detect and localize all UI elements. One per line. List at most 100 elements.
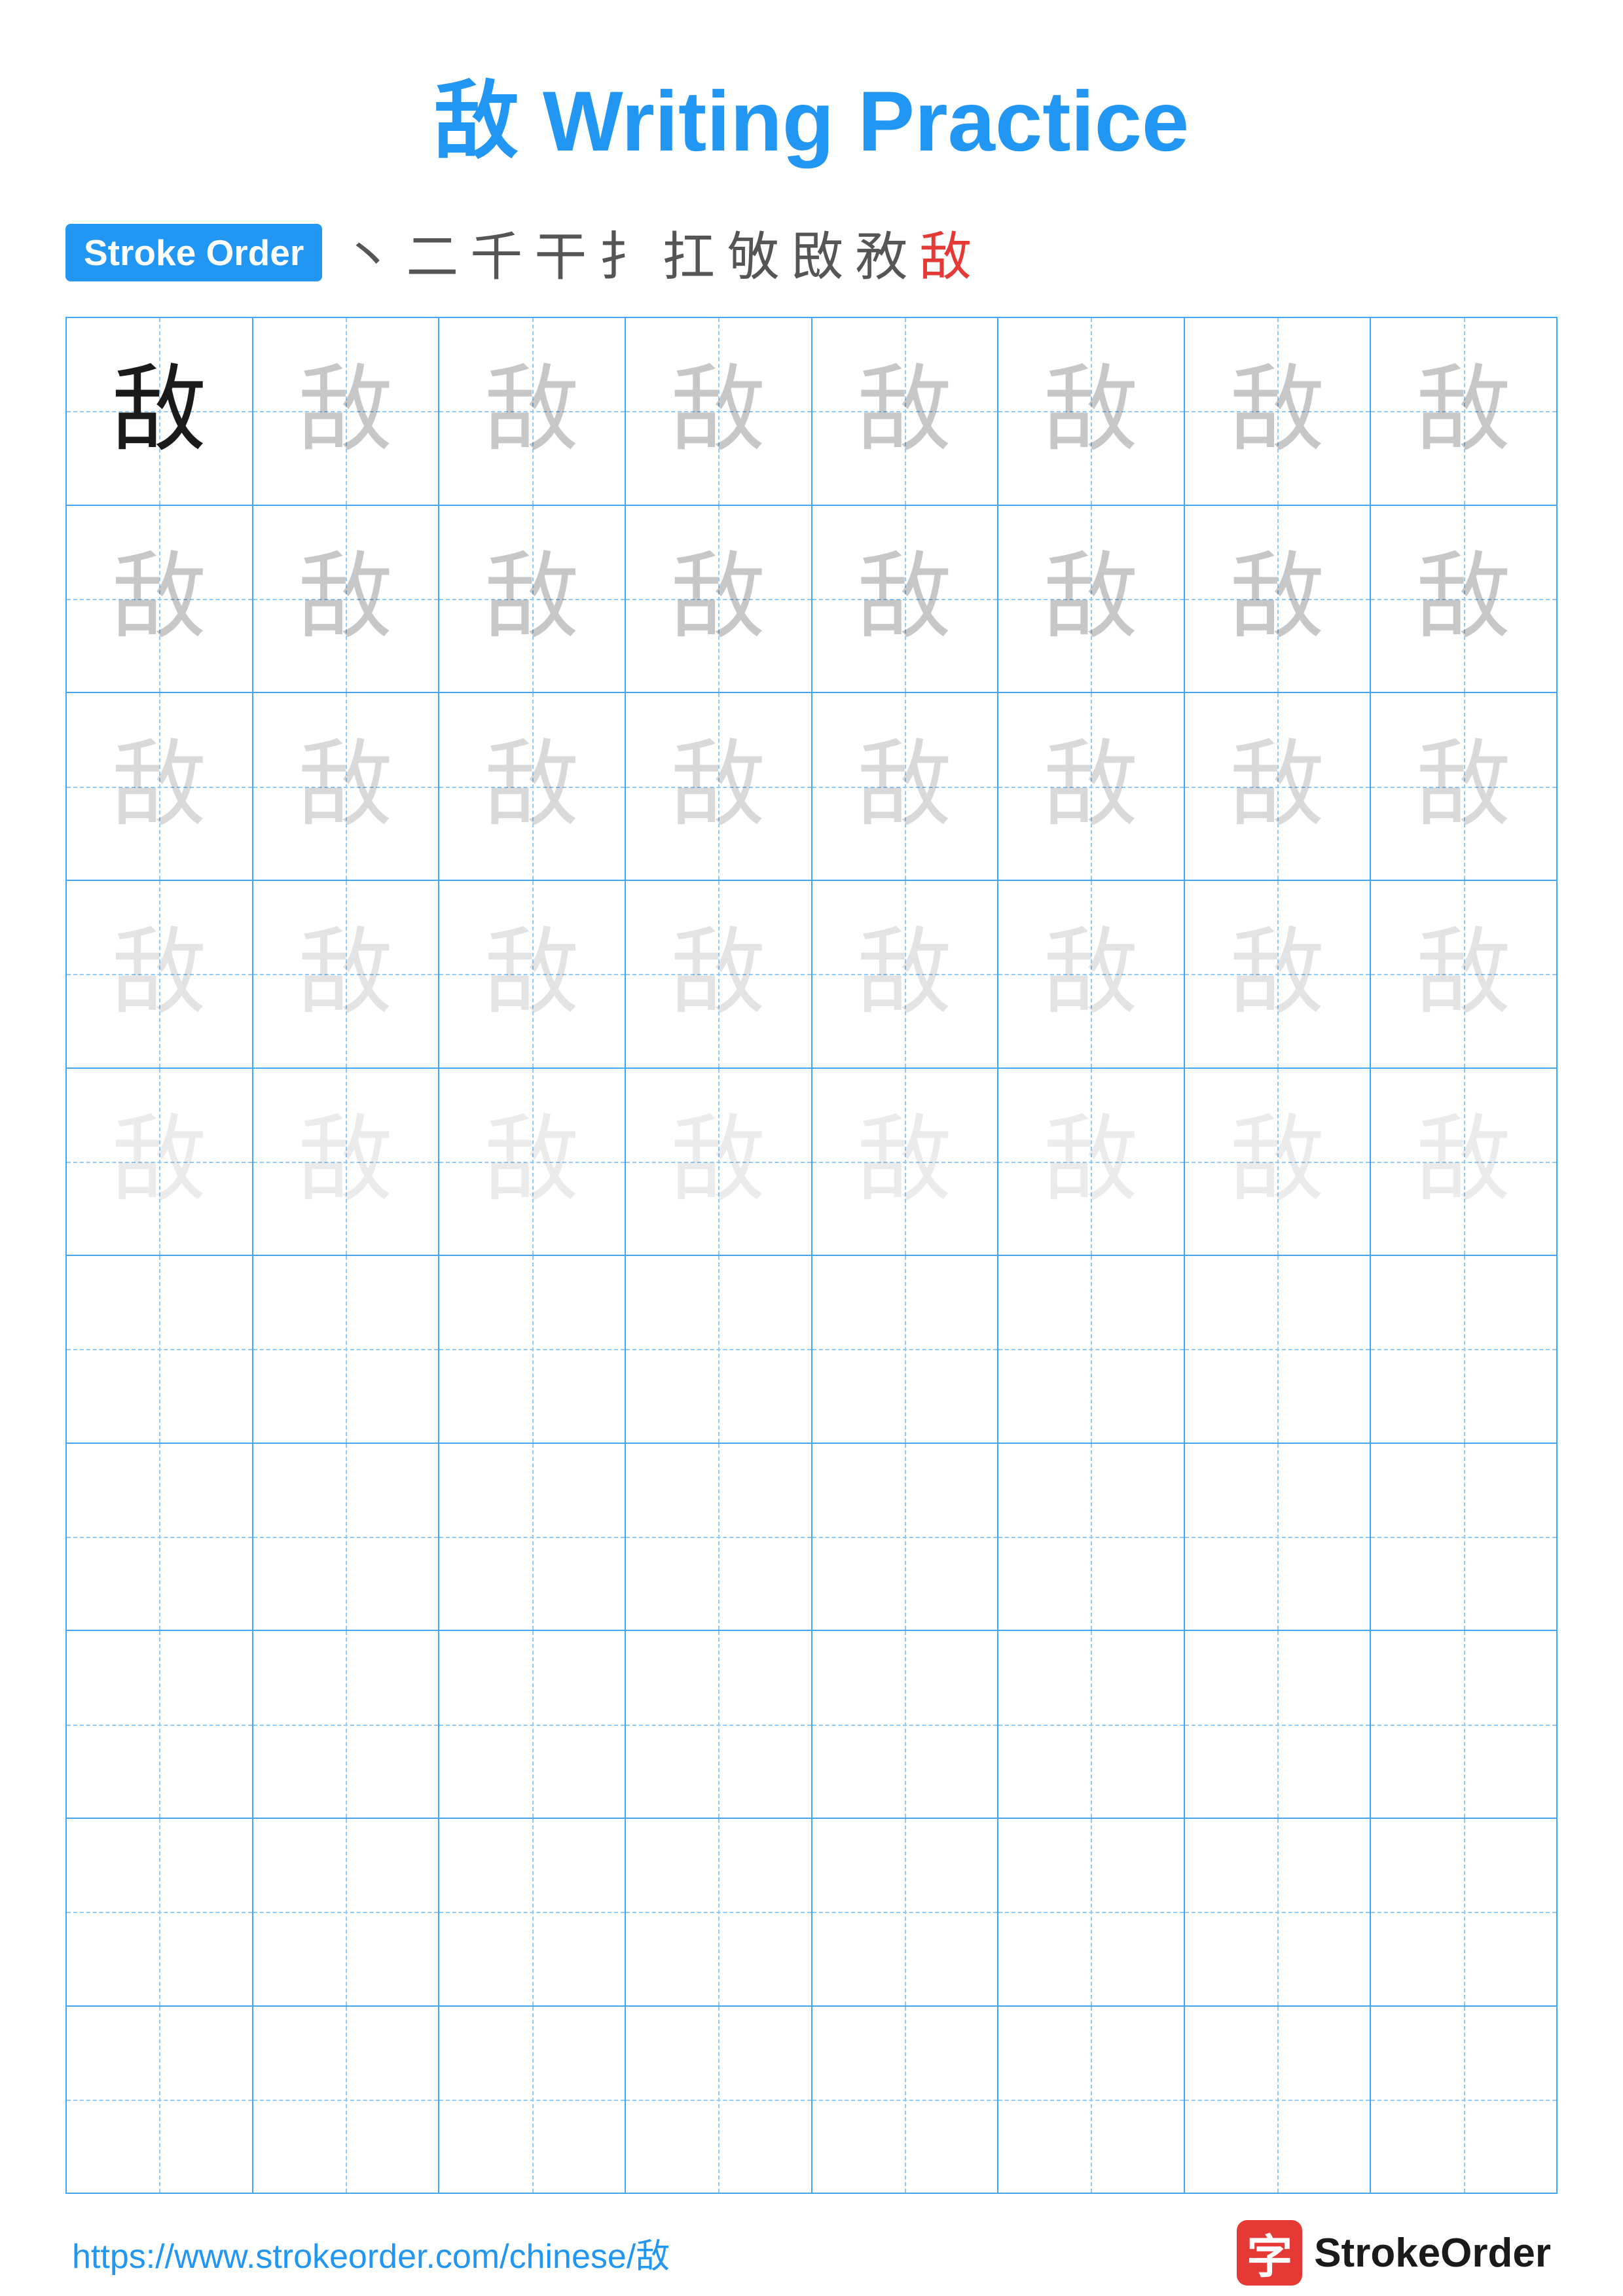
stroke-order-chars: 丶 二 千 干 扌 扛 敂 敃 敄 敌 [342,215,972,291]
practice-char: 敌 [112,364,207,459]
practice-char: 敌 [857,364,952,459]
practice-char: 敌 [671,1114,766,1209]
stroke-9: 敄 [855,215,907,291]
practice-char: 敌 [1230,1114,1325,1209]
stroke-order-row: Stroke Order 丶 二 千 干 扌 扛 敂 敃 敄 敌 [65,215,1558,291]
practice-char: 敌 [857,1114,952,1209]
grid-row-7 [67,1444,1556,1632]
practice-char: 敌 [857,551,952,646]
practice-char: 敌 [1230,927,1325,1022]
practice-char: 敌 [298,927,393,1022]
practice-char: 敌 [671,739,766,834]
grid-cell: 敌 [1371,506,1556,692]
grid-cell [439,1444,626,1630]
grid-cell [998,1819,1185,2005]
grid-cell: 敌 [1185,693,1372,880]
grid-cell [67,1444,253,1630]
grid-cell [626,1819,812,2005]
grid-cell [1371,1444,1556,1630]
grid-cell: 敌 [626,1069,812,1255]
grid-row-1: 敌 敌 敌 敌 敌 敌 敌 敌 [67,318,1556,506]
grid-cell [439,1256,626,1443]
stroke-8: 敃 [791,215,843,291]
practice-char: 敌 [1416,1114,1511,1209]
practice-char: 敌 [484,739,579,834]
grid-cell: 敌 [626,506,812,692]
practice-char: 敌 [1230,364,1325,459]
footer: https://www.strokeorder.com/chinese/敌 字 … [65,2220,1558,2286]
grid-cell [998,1631,1185,1818]
grid-cell: 敌 [998,693,1185,880]
grid-cell: 敌 [1371,318,1556,505]
grid-cell: 敌 [812,1069,999,1255]
grid-cell [626,2007,812,2193]
grid-cell: 敌 [998,1069,1185,1255]
grid-cell [439,2007,626,2193]
stroke-4: 干 [534,215,587,291]
footer-url[interactable]: https://www.strokeorder.com/chinese/敌 [72,2229,670,2278]
practice-char: 敌 [1044,551,1139,646]
grid-cell [1185,1256,1372,1443]
grid-cell: 敌 [439,506,626,692]
grid-cell [253,1444,440,1630]
grid-cell: 敌 [812,693,999,880]
grid-row-6 [67,1256,1556,1444]
grid-cell [1371,1256,1556,1443]
grid-cell: 敌 [1371,881,1556,1067]
grid-cell [812,1256,999,1443]
grid-cell [1185,2007,1372,2193]
page: 敌 Writing Practice Stroke Order 丶 二 千 干 … [0,0,1623,2296]
practice-char: 敌 [1044,364,1139,459]
grid-cell [812,1819,999,2005]
grid-cell [67,2007,253,2193]
grid-cell: 敌 [253,506,440,692]
grid-cell: 敌 [67,1069,253,1255]
grid-cell [253,1631,440,1818]
grid-row-8 [67,1631,1556,1819]
grid-cell: 敌 [67,881,253,1067]
grid-row-3: 敌 敌 敌 敌 敌 敌 敌 敌 [67,693,1556,881]
grid-row-9 [67,1819,1556,2007]
grid-cell [67,1819,253,2005]
practice-char: 敌 [112,1114,207,1209]
grid-cell: 敌 [253,318,440,505]
grid-cell: 敌 [439,318,626,505]
practice-char: 敌 [1416,927,1511,1022]
grid-cell [1371,2007,1556,2193]
practice-char: 敌 [1416,551,1511,646]
practice-char: 敌 [298,364,393,459]
practice-char: 敌 [671,364,766,459]
stroke-final: 敌 [919,215,972,291]
grid-cell [439,1819,626,2005]
grid-cell: 敌 [1185,1069,1372,1255]
grid-cell: 敌 [812,881,999,1067]
grid-cell [998,1444,1185,1630]
grid-row-4: 敌 敌 敌 敌 敌 敌 敌 敌 [67,881,1556,1069]
practice-char: 敌 [298,1114,393,1209]
grid-cell: 敌 [626,693,812,880]
footer-logo: 字 StrokeOrder [1237,2220,1551,2286]
practice-char: 敌 [857,927,952,1022]
practice-char: 敌 [1416,364,1511,459]
logo-text: StrokeOrder [1314,2230,1551,2276]
grid-cell [439,1631,626,1818]
practice-char: 敌 [1044,1114,1139,1209]
practice-char: 敌 [484,364,579,459]
grid-cell: 敌 [67,506,253,692]
grid-cell [626,1256,812,1443]
page-title: 敌 Writing Practice [434,52,1189,175]
grid-cell [626,1631,812,1818]
stroke-6: 扛 [663,215,715,291]
grid-cell [812,2007,999,2193]
grid-cell [998,2007,1185,2193]
practice-char: 敌 [1416,739,1511,834]
practice-char: 敌 [112,927,207,1022]
grid-cell: 敌 [1185,318,1372,505]
grid-cell [1185,1819,1372,2005]
practice-char: 敌 [671,551,766,646]
practice-char: 敌 [298,739,393,834]
grid-row-5: 敌 敌 敌 敌 敌 敌 敌 敌 [67,1069,1556,1257]
grid-cell: 敌 [626,318,812,505]
practice-char: 敌 [484,1114,579,1209]
practice-char: 敌 [1044,739,1139,834]
